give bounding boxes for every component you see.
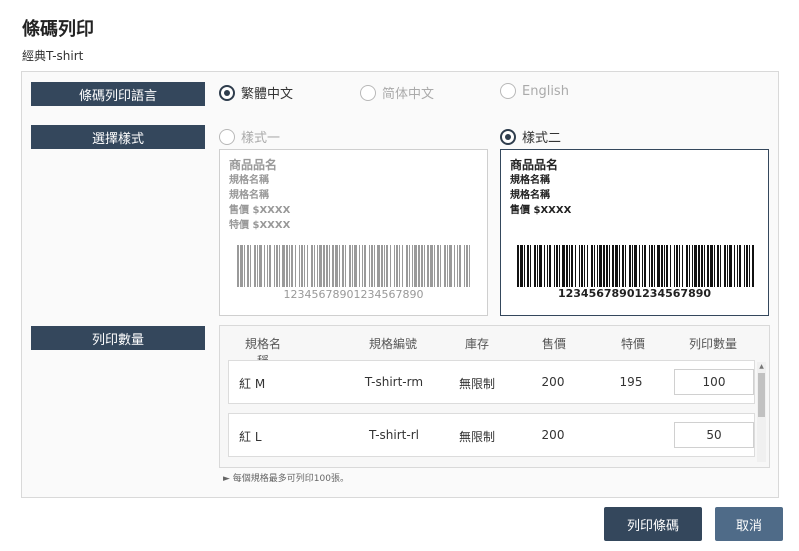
cancel-button[interactable]: 取消 — [715, 507, 783, 541]
dialog-title: 條碼列印 — [22, 19, 94, 40]
table-row: 紅 L T-shirt-rl 無限制 200 50 — [228, 413, 755, 457]
column-header: 特價 — [620, 337, 645, 351]
quantity-input[interactable]: 100 — [674, 369, 754, 395]
table-row: 紅 M T-shirt-rm 無限制 200 195 100 — [228, 360, 755, 404]
spec-cell: 紅 M — [239, 377, 266, 391]
radio-label: 繁體中文 — [241, 87, 294, 102]
radio-checked-icon — [500, 128, 516, 145]
style-section-label: 選擇樣式 — [31, 125, 205, 149]
language-option-simplified[interactable]: 简体中文 — [360, 83, 434, 102]
special-price-cell: 195 — [619, 375, 643, 389]
preview-spec: 規格名稱 — [510, 175, 550, 186]
quantity-table: 規格名稱 規格編號 庫存 售價 特價 列印數量 紅 M T-shirt-rm 無… — [219, 325, 770, 468]
radio-unchecked-icon — [360, 84, 376, 101]
column-header: 列印數量 — [688, 337, 737, 351]
barcode-image — [237, 245, 470, 287]
barcode-number: 12345678901234567890 — [283, 288, 424, 301]
price-cell: 200 — [541, 428, 565, 442]
stock-cell: 無限制 — [458, 377, 495, 391]
style-1-preview[interactable]: 商品品名 規格名稱 規格名稱 售價 $XXXX 特價 $XXXX 1234567… — [219, 149, 488, 316]
preview-price: 售價 $XXXX — [229, 205, 291, 216]
radio-checked-icon — [219, 84, 235, 101]
radio-unchecked-icon — [219, 128, 235, 145]
preview-spec: 規格名稱 — [229, 190, 269, 201]
radio-label: 简体中文 — [382, 87, 435, 102]
preview-special-price: 特價 $XXXX — [229, 220, 291, 231]
preview-product-name: 商品品名 — [510, 158, 559, 172]
style-option-2[interactable]: 樣式二 — [500, 127, 561, 146]
barcode-number: 12345678901234567890 — [557, 287, 712, 300]
quantity-section-label: 列印數量 — [31, 326, 205, 350]
language-option-traditional[interactable]: 繁體中文 — [219, 83, 293, 102]
product-name: 經典T-shirt — [22, 49, 84, 63]
stock-cell: 無限制 — [458, 430, 495, 444]
scrollbar-thumb[interactable] — [758, 373, 765, 417]
column-header: 規格編號 — [368, 337, 417, 351]
code-cell: T-shirt-rm — [364, 375, 424, 389]
column-header: 庫存 — [464, 337, 489, 351]
settings-panel: 條碼列印語言 繁體中文 简体中文 English 選擇樣式 樣式一 樣式二 商品… — [21, 71, 779, 498]
radio-unchecked-icon — [500, 83, 516, 99]
scroll-up-icon[interactable]: ▲ — [757, 362, 766, 371]
radio-label: 樣式二 — [522, 131, 562, 146]
radio-label: English — [522, 83, 569, 99]
preview-spec: 規格名稱 — [229, 175, 269, 186]
table-scrollbar[interactable]: ▲ — [757, 362, 766, 462]
column-header: 售價 — [541, 337, 566, 351]
code-cell: T-shirt-rl — [369, 428, 419, 442]
quantity-input[interactable]: 50 — [674, 422, 754, 448]
preview-spec: 規格名稱 — [510, 190, 550, 201]
price-cell: 200 — [541, 375, 565, 389]
spec-cell: 紅 L — [239, 430, 262, 444]
quantity-limit-note: ► 每個規格最多可列印100張。 — [223, 474, 349, 484]
preview-product-name: 商品品名 — [229, 158, 278, 172]
style-2-preview[interactable]: 商品品名 規格名稱 規格名稱 售價 $XXXX 1234567890123456… — [500, 149, 769, 316]
print-barcode-button[interactable]: 列印條碼 — [604, 507, 702, 541]
language-option-english[interactable]: English — [500, 83, 569, 99]
style-option-1[interactable]: 樣式一 — [219, 127, 280, 146]
barcode-image — [517, 245, 754, 287]
language-section-label: 條碼列印語言 — [31, 82, 205, 106]
preview-price: 售價 $XXXX — [510, 205, 572, 216]
radio-label: 樣式一 — [241, 131, 281, 146]
